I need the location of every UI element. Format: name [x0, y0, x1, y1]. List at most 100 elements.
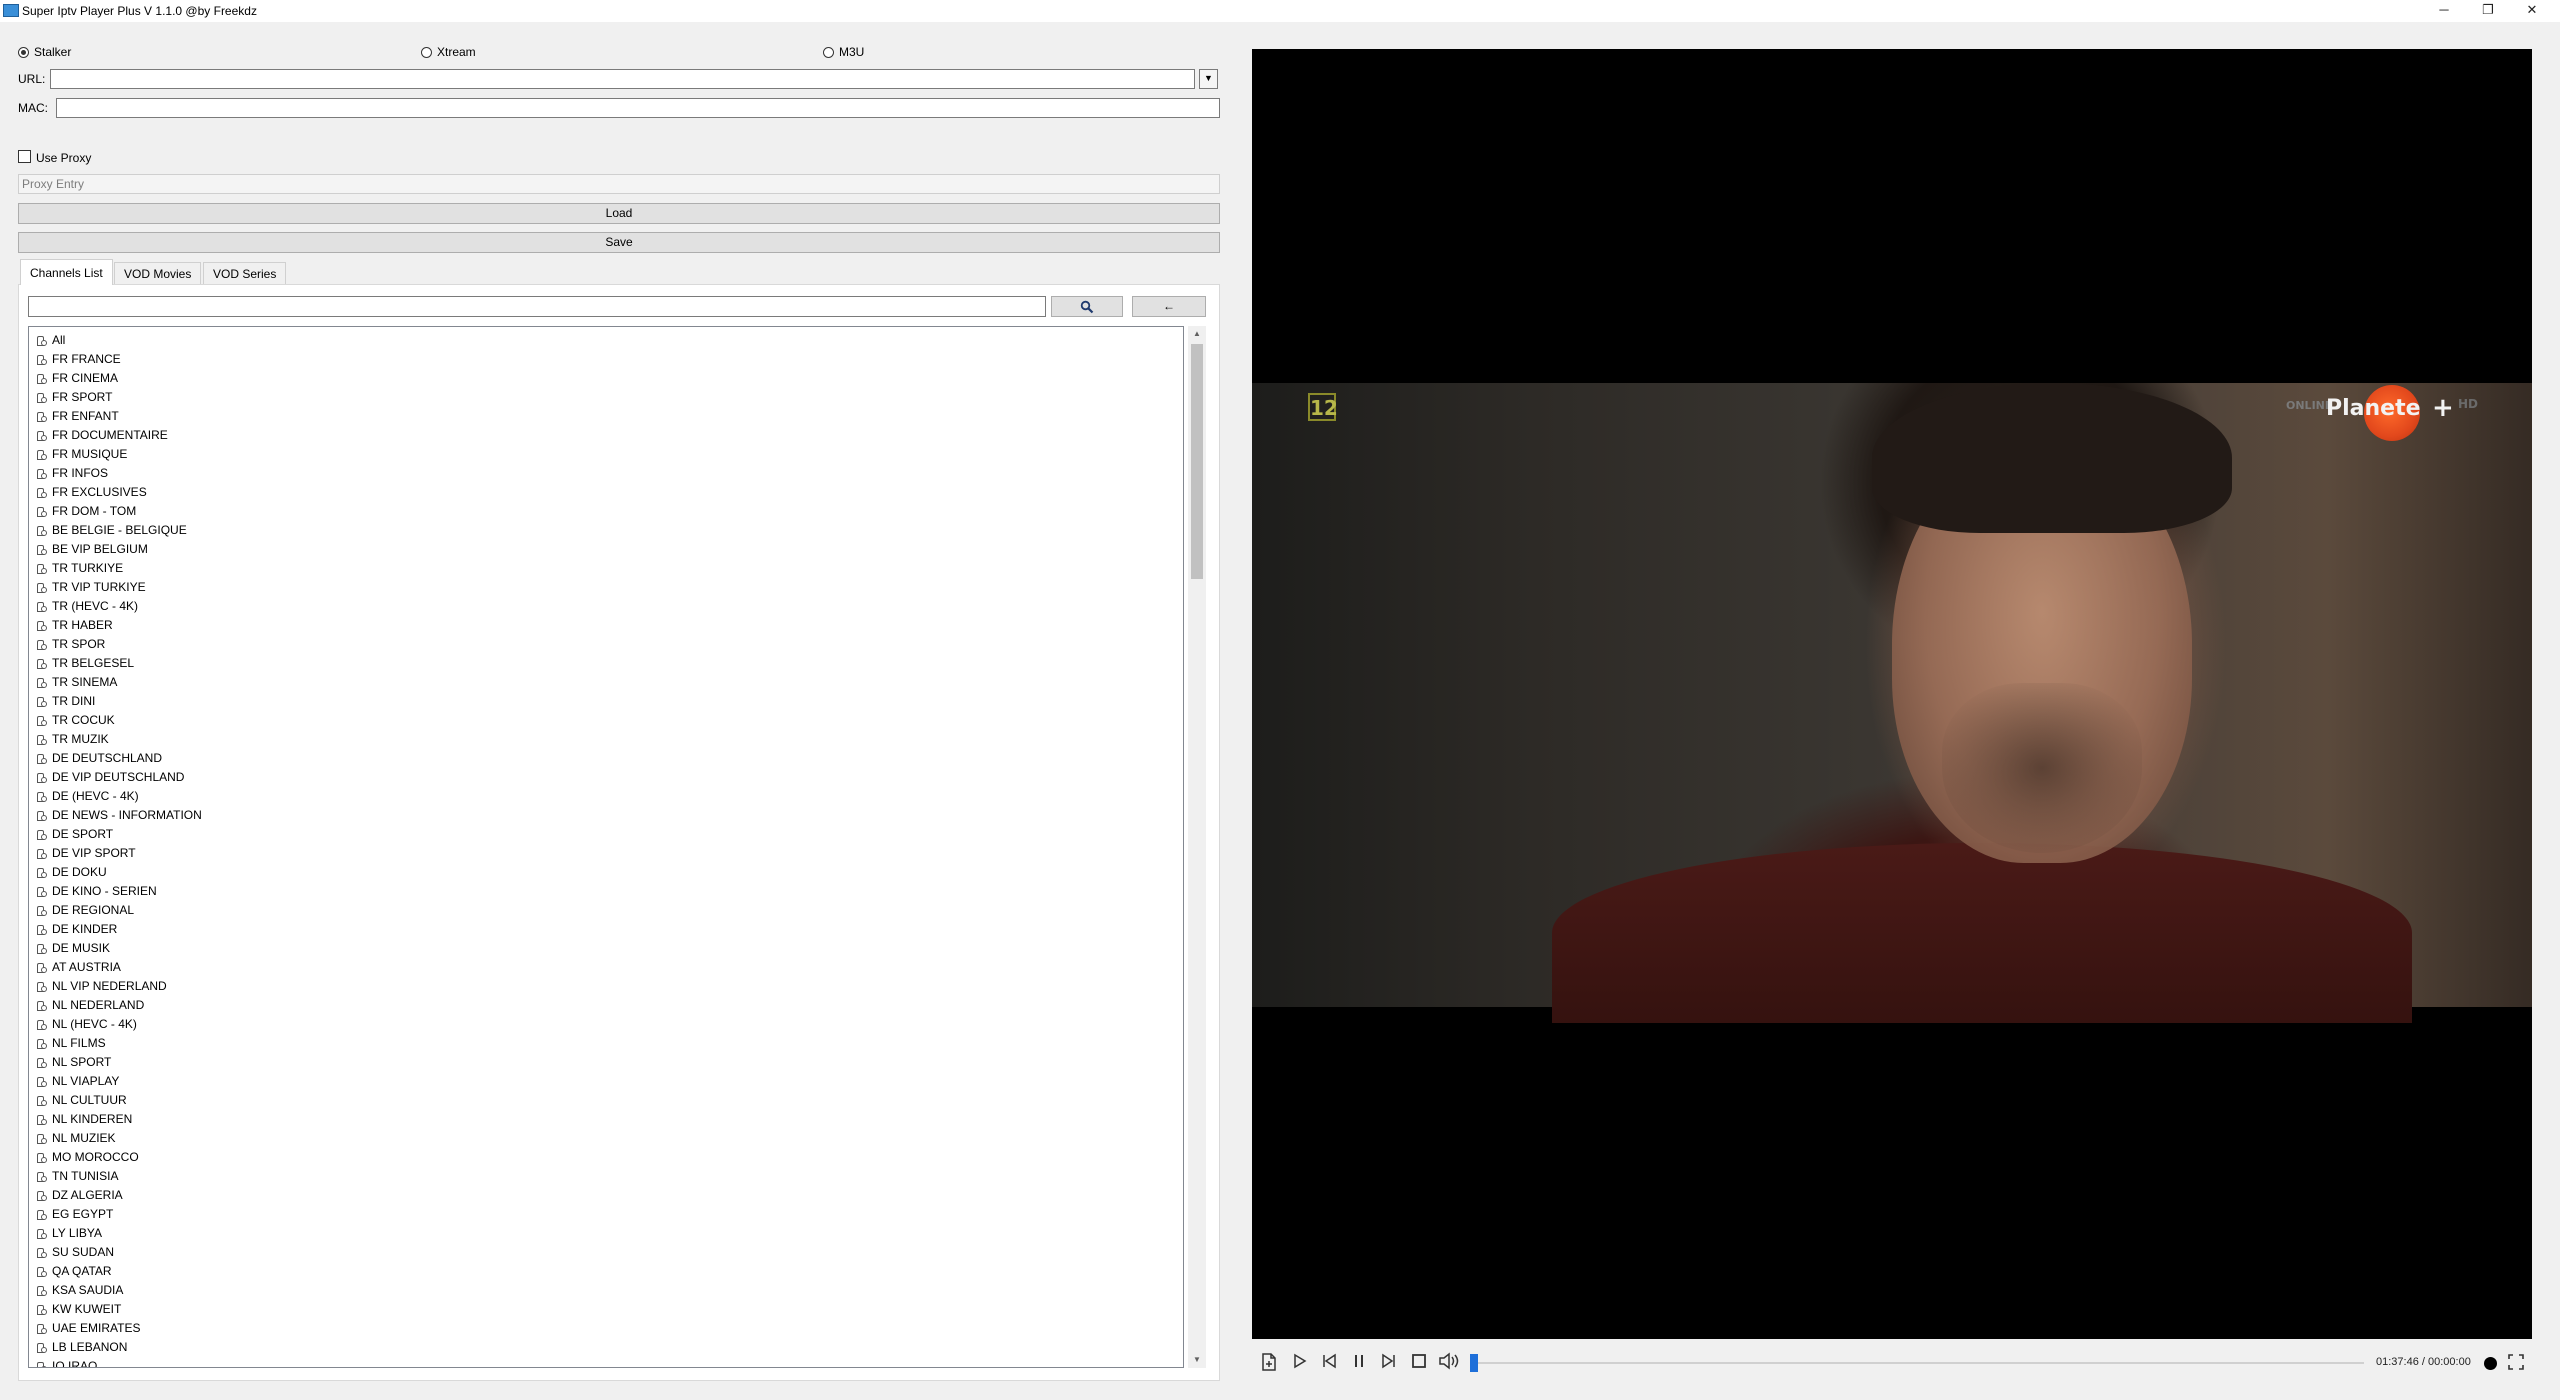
restore-button[interactable]: ❐ [2468, 0, 2508, 22]
record-dot-icon[interactable] [2484, 1357, 2497, 1370]
list-item[interactable]: FR ENFANT [36, 407, 1183, 426]
scrollbar-thumb[interactable] [1191, 344, 1203, 579]
list-item[interactable]: NL FILMS [36, 1034, 1183, 1053]
list-item[interactable]: FR FRANCE [36, 350, 1183, 369]
radio-m3u[interactable]: M3U [823, 44, 864, 60]
scroll-up-arrow-icon[interactable]: ▲ [1188, 326, 1206, 342]
list-item[interactable]: FR DOCUMENTAIRE [36, 426, 1183, 445]
list-item[interactable]: All [36, 331, 1183, 350]
volume-button[interactable] [1436, 1352, 1462, 1374]
list-item[interactable]: TR DINI [36, 692, 1183, 711]
list-item[interactable]: IQ IRAQ [36, 1357, 1183, 1367]
url-input[interactable] [50, 69, 1195, 89]
list-item[interactable]: TR VIP TURKIYE [36, 578, 1183, 597]
channel-group-icon [36, 525, 48, 537]
list-item[interactable]: NL KINDEREN [36, 1110, 1183, 1129]
list-item[interactable]: DE (HEVC - 4K) [36, 787, 1183, 806]
scroll-down-arrow-icon[interactable]: ▼ [1188, 1352, 1206, 1368]
fullscreen-button[interactable] [2508, 1354, 2524, 1370]
use-proxy-label: Use Proxy [36, 151, 92, 165]
list-item[interactable]: DE DEUTSCHLAND [36, 749, 1183, 768]
radio-stalker[interactable]: Stalker [18, 44, 71, 60]
url-dropdown-button[interactable]: ▼ [1199, 69, 1218, 89]
list-item[interactable]: FR INFOS [36, 464, 1183, 483]
previous-button[interactable] [1318, 1352, 1340, 1374]
channel-group-list[interactable]: All FR FRANCE FR CINEMA FR SPORT FR ENFANT FR… [28, 326, 1184, 1368]
close-button[interactable]: ✕ [2512, 0, 2552, 22]
radio-xtream[interactable]: Xtream [421, 44, 476, 60]
list-item[interactable]: SU SUDAN [36, 1243, 1183, 1262]
radio-xtream-label: Xtream [437, 45, 476, 59]
save-button[interactable]: Save [18, 232, 1220, 253]
channel-list-scrollbar[interactable]: ▲ ▼ [1188, 326, 1206, 1368]
next-button[interactable] [1378, 1352, 1400, 1374]
radio-m3u-dot[interactable] [823, 46, 834, 58]
list-item[interactable]: NL VIAPLAY [36, 1072, 1183, 1091]
list-item[interactable]: NL NEDERLAND [36, 996, 1183, 1015]
list-item[interactable]: TN TUNISIA [36, 1167, 1183, 1186]
pause-button[interactable] [1348, 1352, 1370, 1374]
list-item[interactable]: TR BELGESEL [36, 654, 1183, 673]
list-item[interactable]: AT AUSTRIA [36, 958, 1183, 977]
tab-vod-series[interactable]: VOD Series [203, 262, 287, 284]
list-item[interactable]: TR HABER [36, 616, 1183, 635]
list-item[interactable]: BE VIP BELGIUM [36, 540, 1183, 559]
list-item[interactable]: EG EGYPT [36, 1205, 1183, 1224]
list-item[interactable]: FR SPORT [36, 388, 1183, 407]
list-item[interactable]: DE MUSIK [36, 939, 1183, 958]
channel-search-input[interactable] [28, 296, 1046, 317]
channel-group-icon [36, 1190, 48, 1202]
list-item[interactable]: FR EXCLUSIVES [36, 483, 1183, 502]
list-item[interactable]: TR (HEVC - 4K) [36, 597, 1183, 616]
list-item[interactable]: DE SPORT [36, 825, 1183, 844]
tab-vod-movies[interactable]: VOD Movies [114, 262, 202, 284]
list-item[interactable]: DZ ALGERIA [36, 1186, 1183, 1205]
list-item[interactable]: TR SPOR [36, 635, 1183, 654]
list-item[interactable]: NL CULTUUR [36, 1091, 1183, 1110]
play-button[interactable] [1288, 1352, 1310, 1374]
search-button[interactable] [1051, 296, 1123, 317]
load-button[interactable]: Load [18, 203, 1220, 224]
use-proxy-checkbox[interactable] [18, 150, 31, 163]
list-item[interactable]: LB LEBANON [36, 1338, 1183, 1357]
list-item[interactable]: DE DOKU [36, 863, 1183, 882]
list-item[interactable]: LY LIBYA [36, 1224, 1183, 1243]
list-item[interactable]: DE KINDER [36, 920, 1183, 939]
seek-bar-handle[interactable] [1470, 1354, 1478, 1372]
list-item[interactable]: FR CINEMA [36, 369, 1183, 388]
seek-bar-track[interactable] [1474, 1362, 2364, 1364]
list-item[interactable]: NL SPORT [36, 1053, 1183, 1072]
tab-channels-list[interactable]: Channels List [20, 259, 113, 285]
list-item[interactable]: BE BELGIE - BELGIQUE [36, 521, 1183, 540]
list-item[interactable]: DE KINO - SERIEN [36, 882, 1183, 901]
list-item[interactable]: TR MUZIK [36, 730, 1183, 749]
list-item[interactable]: KSA SAUDIA [36, 1281, 1183, 1300]
list-item[interactable]: DE VIP DEUTSCHLAND [36, 768, 1183, 787]
proxy-entry-input[interactable]: Proxy Entry [18, 174, 1220, 194]
radio-xtream-dot[interactable] [421, 46, 432, 58]
minimize-button[interactable]: ─ [2424, 0, 2464, 22]
list-item[interactable]: FR MUSIQUE [36, 445, 1183, 464]
list-item[interactable]: TR TURKIYE [36, 559, 1183, 578]
list-item[interactable]: DE REGIONAL [36, 901, 1183, 920]
list-item[interactable]: TR COCUK [36, 711, 1183, 730]
video-player[interactable]: 12 ONLINE Planete + HD [1252, 49, 2532, 1339]
list-item[interactable]: DE NEWS - INFORMATION [36, 806, 1183, 825]
video-person-beard [1942, 683, 2142, 853]
radio-stalker-dot[interactable] [18, 46, 29, 58]
list-item[interactable]: FR DOM - TOM [36, 502, 1183, 521]
list-item[interactable]: NL MUZIEK [36, 1129, 1183, 1148]
open-file-button[interactable] [1258, 1352, 1280, 1374]
back-button[interactable]: ← [1132, 296, 1206, 317]
list-item[interactable]: KW KUWEIT [36, 1300, 1183, 1319]
list-item[interactable]: MO MOROCCO [36, 1148, 1183, 1167]
list-item[interactable]: NL VIP NEDERLAND [36, 977, 1183, 996]
stop-button[interactable] [1408, 1352, 1430, 1374]
channel-group-icon [36, 753, 48, 765]
list-item[interactable]: DE VIP SPORT [36, 844, 1183, 863]
mac-input[interactable] [56, 98, 1220, 118]
list-item[interactable]: TR SINEMA [36, 673, 1183, 692]
list-item[interactable]: NL (HEVC - 4K) [36, 1015, 1183, 1034]
list-item[interactable]: UAE EMIRATES [36, 1319, 1183, 1338]
list-item[interactable]: QA QATAR [36, 1262, 1183, 1281]
